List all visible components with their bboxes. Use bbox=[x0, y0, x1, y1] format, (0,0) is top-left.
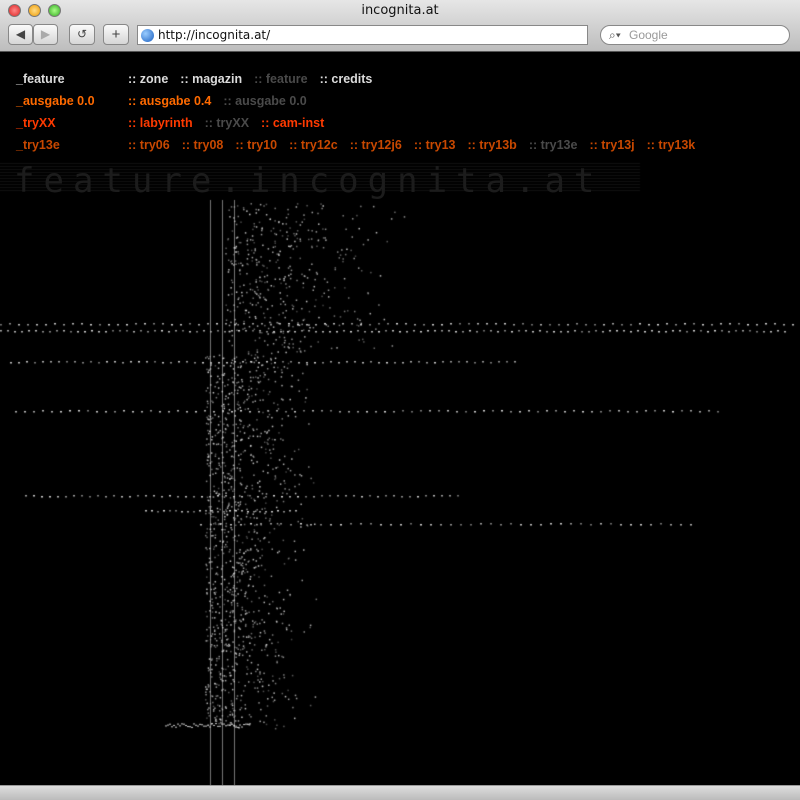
nav-link[interactable]: :: try13b bbox=[468, 138, 517, 152]
nav-links: :: zone:: magazin:: feature:: credits bbox=[128, 72, 384, 86]
nav-link[interactable]: :: try13k bbox=[647, 138, 696, 152]
watermark-text: feature.incognita.at bbox=[14, 161, 604, 201]
nav-section-link[interactable]: _tryXX bbox=[16, 116, 56, 130]
nav-link[interactable]: :: cam-inst bbox=[261, 116, 324, 130]
nav-section-link[interactable]: _ausgabe 0.0 bbox=[16, 94, 95, 108]
nav-link[interactable]: :: labyrinth bbox=[128, 116, 193, 130]
nav-link[interactable]: :: zone bbox=[128, 72, 168, 86]
nav-link[interactable]: :: ausgabe 0.0 bbox=[223, 94, 306, 108]
nav-link[interactable]: :: try12j6 bbox=[350, 138, 402, 152]
back-button[interactable]: ◀ bbox=[8, 24, 33, 45]
nav-link[interactable]: :: try13e bbox=[529, 138, 578, 152]
magnifier-icon: ⌕▾ bbox=[609, 28, 621, 42]
nav-link[interactable]: :: try10 bbox=[235, 138, 277, 152]
nav-link[interactable]: :: ausgabe 0.4 bbox=[128, 94, 211, 108]
page-content: feature.incognita.at _feature:: zone:: m… bbox=[0, 53, 800, 785]
nav-link[interactable]: :: try13 bbox=[414, 138, 456, 152]
status-bar bbox=[0, 785, 800, 800]
nav-link[interactable]: :: feature bbox=[254, 72, 307, 86]
nav-link[interactable]: :: tryXX bbox=[205, 116, 249, 130]
nav-links: :: labyrinth:: tryXX:: cam-inst bbox=[128, 116, 336, 130]
browser-toolbar: incognita.at ◀ ▶ ↺ + http://incognita.at… bbox=[0, 0, 800, 52]
nav-link[interactable]: :: try12c bbox=[289, 138, 338, 152]
nav-links: :: ausgabe 0.4:: ausgabe 0.0 bbox=[128, 94, 319, 108]
search-placeholder: Google bbox=[629, 28, 668, 42]
nav-section-link[interactable]: _try13e bbox=[16, 138, 60, 152]
nav-link[interactable]: :: try08 bbox=[182, 138, 224, 152]
nav-link[interactable]: :: try13j bbox=[589, 138, 634, 152]
nav-section-link[interactable]: _feature bbox=[16, 72, 65, 86]
nav-link[interactable]: :: credits bbox=[320, 72, 373, 86]
forward-button[interactable]: ▶ bbox=[33, 24, 58, 45]
address-bar[interactable]: http://incognita.at/ bbox=[137, 25, 588, 45]
url-text: http://incognita.at/ bbox=[158, 28, 271, 42]
nav-link[interactable]: :: magazin bbox=[180, 72, 242, 86]
search-input[interactable]: ⌕▾ Google bbox=[600, 25, 790, 45]
nav-link[interactable]: :: try06 bbox=[128, 138, 170, 152]
nav-links: :: try06:: try08:: try10:: try12c:: try1… bbox=[128, 138, 707, 152]
reload-button[interactable]: ↺ bbox=[69, 24, 95, 45]
window-title: incognita.at bbox=[361, 3, 439, 18]
add-bookmark-button[interactable]: + bbox=[103, 24, 129, 45]
globe-icon bbox=[141, 29, 154, 42]
